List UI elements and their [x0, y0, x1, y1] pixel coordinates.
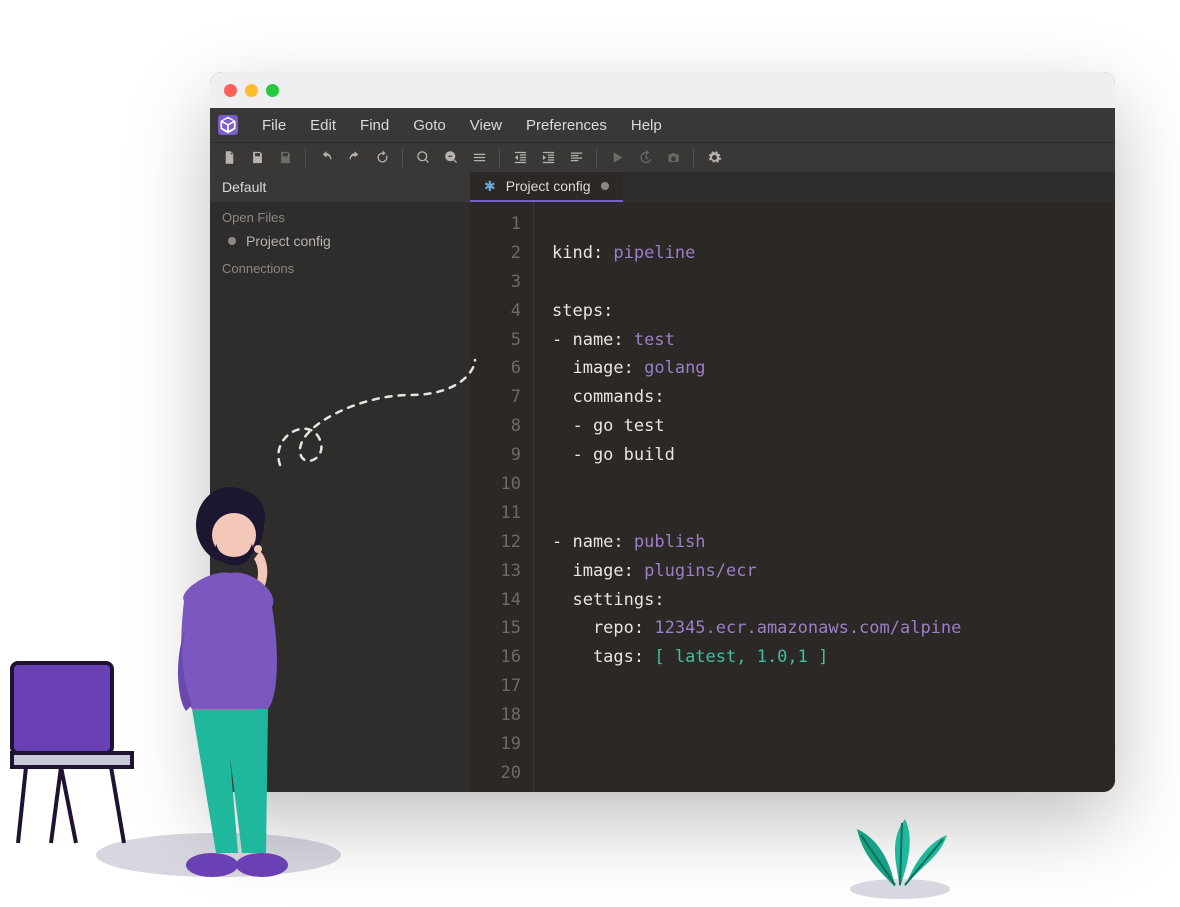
close-icon[interactable] — [224, 84, 237, 97]
tab-label: Project config — [506, 178, 591, 194]
toolbar-separator — [499, 149, 500, 167]
code-line[interactable] — [552, 470, 1097, 499]
redo-icon[interactable] — [343, 147, 365, 169]
maximize-icon[interactable] — [266, 84, 279, 97]
code-line[interactable]: repo: 12345.ecr.amazonaws.com/alpine — [552, 614, 1097, 643]
search-replace-icon[interactable] — [440, 147, 462, 169]
menu-file[interactable]: File — [262, 117, 286, 134]
align-left-icon[interactable] — [565, 147, 587, 169]
editor-window: File Edit Find Goto View Preferences Hel… — [210, 72, 1115, 792]
sidebar-item-label: Project config — [246, 233, 331, 249]
code-line[interactable] — [552, 701, 1097, 730]
sidebar-section-connections: Connections — [210, 253, 470, 280]
outdent-icon[interactable] — [509, 147, 531, 169]
menubar: File Edit Find Goto View Preferences Hel… — [210, 108, 1115, 142]
code-line[interactable] — [552, 210, 1097, 239]
menu-goto[interactable]: Goto — [413, 117, 446, 134]
modified-dot-icon — [601, 182, 609, 190]
code-line[interactable]: image: plugins/ecr — [552, 557, 1097, 586]
minimize-icon[interactable] — [245, 84, 258, 97]
sidebar-header[interactable]: Default — [210, 172, 470, 202]
menu-preferences[interactable]: Preferences — [526, 117, 607, 134]
toolbar-separator — [596, 149, 597, 167]
app-logo-icon — [218, 115, 238, 135]
refresh-icon[interactable] — [371, 147, 393, 169]
code-area[interactable]: 1234567891011121314151617181920 kind: pi… — [470, 202, 1115, 792]
toolbar-separator — [305, 149, 306, 167]
camera-icon[interactable] — [662, 147, 684, 169]
search-icon[interactable] — [412, 147, 434, 169]
code-line[interactable]: - name: publish — [552, 528, 1097, 557]
gutter: 1234567891011121314151617181920 — [470, 202, 534, 792]
modified-dot-icon — [228, 237, 236, 245]
code-line[interactable]: tags: [ latest, 1.0,1 ] — [552, 643, 1097, 672]
menu-view[interactable]: View — [470, 117, 502, 134]
menu-icon[interactable] — [468, 147, 490, 169]
toolbar-separator — [402, 149, 403, 167]
code-line[interactable]: settings: — [552, 586, 1097, 615]
chair-illustration — [6, 657, 146, 847]
menu-find[interactable]: Find — [360, 117, 389, 134]
history-icon[interactable] — [634, 147, 656, 169]
save-all-icon[interactable] — [274, 147, 296, 169]
code-line[interactable] — [552, 730, 1097, 759]
window-titlebar — [210, 72, 1115, 108]
toolbar-separator — [693, 149, 694, 167]
star-icon: ✱ — [484, 178, 496, 195]
new-file-icon[interactable] — [218, 147, 240, 169]
save-icon[interactable] — [246, 147, 268, 169]
settings-icon[interactable] — [703, 147, 725, 169]
menu-edit[interactable]: Edit — [310, 117, 336, 134]
code-line[interactable] — [552, 268, 1097, 297]
code-line[interactable] — [552, 759, 1097, 788]
code-line[interactable]: - name: test — [552, 326, 1097, 355]
sidebar-item-project-config[interactable]: Project config — [210, 229, 470, 253]
shadow-illustration — [96, 833, 341, 877]
sidebar-section-open-files: Open Files — [210, 202, 470, 229]
toolbar — [210, 142, 1115, 172]
indent-icon[interactable] — [537, 147, 559, 169]
tab-bar: ✱ Project config — [470, 172, 1115, 202]
code-line[interactable]: - go build — [552, 441, 1097, 470]
tab-project-config[interactable]: ✱ Project config — [470, 172, 623, 202]
code-line[interactable]: kind: pipeline — [552, 239, 1097, 268]
undo-icon[interactable] — [315, 147, 337, 169]
play-icon[interactable] — [606, 147, 628, 169]
plant-illustration — [835, 789, 965, 899]
menu-help[interactable]: Help — [631, 117, 662, 134]
sidebar: Default Open Files Project config Connec… — [210, 172, 470, 792]
code-line[interactable] — [552, 672, 1097, 701]
code-line[interactable]: - go test — [552, 412, 1097, 441]
code-line[interactable] — [552, 499, 1097, 528]
code-line[interactable]: image: golang — [552, 354, 1097, 383]
editor-pane: ✱ Project config 12345678910111213141516… — [470, 172, 1115, 792]
code-content[interactable]: kind: pipeline steps:- name: test image:… — [534, 202, 1115, 792]
code-line[interactable]: commands: — [552, 383, 1097, 412]
code-line[interactable]: steps: — [552, 297, 1097, 326]
